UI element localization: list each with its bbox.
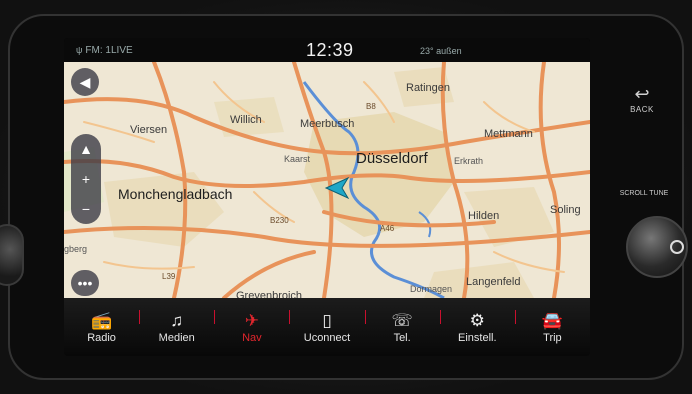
menu-item-phone[interactable]: ☏ Tel. xyxy=(364,298,440,356)
menu-item-label: Uconnect xyxy=(303,332,351,344)
volume-knob[interactable] xyxy=(0,224,24,286)
map-label-willich: Willich xyxy=(230,114,262,126)
menu-item-uconnect[interactable]: ▯ Uconnect xyxy=(289,298,364,356)
nav-icon: ✈ xyxy=(244,311,259,330)
map-label-solingen: Soling xyxy=(550,204,581,216)
main-menu-bar: 📻 Radio ♫ Medien ✈ Nav ▯ Uconnect ☏ Tel.… xyxy=(64,298,590,356)
return-arrow-icon: ↩ xyxy=(634,84,650,104)
menu-item-label: Medien xyxy=(158,332,195,344)
scroll-tune-label: SCROLL TUNE xyxy=(619,190,669,197)
more-icon: ••• xyxy=(77,275,93,291)
map-more-button[interactable]: ••• xyxy=(71,270,99,296)
phone-icon: ☏ xyxy=(391,311,413,330)
map-label-kaarst: Kaarst xyxy=(284,154,311,164)
map-back-button[interactable]: ◀ xyxy=(71,68,99,96)
road-label-a46: A46 xyxy=(380,224,395,233)
menu-item-label: Tel. xyxy=(393,332,411,344)
zoom-in-icon[interactable]: ▲ xyxy=(79,142,93,156)
back-arrow-icon: ◀ xyxy=(79,74,91,90)
menu-item-media[interactable]: ♫ Medien xyxy=(139,298,214,356)
antenna-icon: ψ xyxy=(76,45,83,55)
menu-item-label: Einstell. xyxy=(458,332,497,344)
map-canvas xyxy=(64,62,590,298)
map-label-mettmann: Mettmann xyxy=(484,128,533,140)
menu-item-label: Trip xyxy=(543,332,562,344)
outside-temperature: 23° außen xyxy=(420,46,462,56)
media-icon: ♫ xyxy=(170,311,184,330)
radio-station-label: FM: 1LIVE xyxy=(85,45,133,56)
map-label-erkrath: Erkrath xyxy=(454,156,484,166)
scroll-tune-knob[interactable] xyxy=(626,216,688,278)
road-label-b8: B8 xyxy=(366,102,376,111)
menu-item-radio[interactable]: 📻 Radio xyxy=(64,298,139,356)
menu-item-nav[interactable]: ✈ Nav xyxy=(214,298,289,356)
map-label-dormagen: Dormagen xyxy=(410,284,453,294)
map-label-berg: gberg xyxy=(64,244,88,254)
menu-item-settings[interactable]: ⚙ Einstell. xyxy=(439,298,515,356)
road-label-b230: B230 xyxy=(270,216,289,225)
knob-indicator xyxy=(670,240,684,254)
map-label-hilden: Hilden xyxy=(468,210,500,222)
clock: 12:39 xyxy=(306,40,354,60)
map-label-moenchengladbach: Monchengladbach xyxy=(118,186,233,202)
map-label-langenfeld: Langenfeld xyxy=(466,276,521,288)
status-bar: ψ FM: 1LIVE 12:39 23° außen xyxy=(64,38,590,62)
map-label-ratingen: Ratingen xyxy=(406,82,451,94)
map-label-viersen: Viersen xyxy=(130,124,168,136)
map-label-duesseldorf: Düsseldorf xyxy=(356,150,428,167)
menu-item-label: Radio xyxy=(87,332,116,344)
uconnect-icon: ▯ xyxy=(322,311,332,330)
navigation-map[interactable]: Ratingen Viersen Willich Meerbusch Mettm… xyxy=(64,62,590,302)
settings-icon: ⚙ xyxy=(469,311,485,330)
hardware-back-button[interactable]: ↩ BACK xyxy=(620,84,664,114)
zoom-out-icon[interactable]: − xyxy=(82,202,90,216)
zoom-control[interactable]: ▲ + − xyxy=(71,134,101,224)
radio-icon: 📻 xyxy=(90,311,113,330)
menu-item-trip[interactable]: 🚘 Trip xyxy=(514,298,590,356)
back-button-label: BACK xyxy=(630,105,654,114)
map-label-meerbusch: Meerbusch xyxy=(300,118,355,130)
infotainment-screen: ψ FM: 1LIVE 12:39 23° außen Ratingen Vie… xyxy=(64,38,590,356)
menu-item-label: Nav xyxy=(242,332,262,344)
zoom-plus-icon[interactable]: + xyxy=(82,172,90,186)
road-label-l39: L39 xyxy=(162,272,176,281)
trip-icon: 🚘 xyxy=(541,311,563,330)
radio-status: ψ FM: 1LIVE xyxy=(76,45,133,56)
